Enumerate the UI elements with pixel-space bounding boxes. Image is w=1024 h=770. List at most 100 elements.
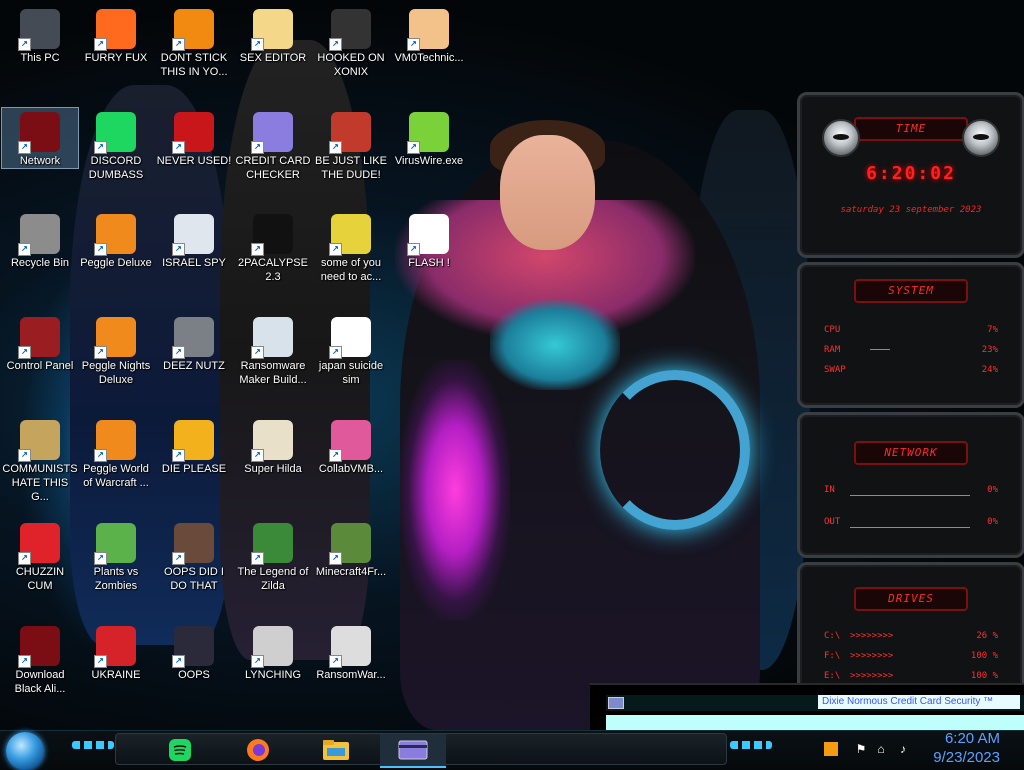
shortcut-arrow-icon: ↗: [94, 38, 107, 51]
desktop-icon[interactable]: ↗ HOOKED ON XONIX: [313, 5, 389, 79]
desktop-icon[interactable]: ↗ FURRY FUX: [78, 5, 154, 65]
spotify-icon: [169, 739, 191, 761]
grass-block-icon: ↗: [329, 523, 371, 565]
alienware-download-icon: ↗: [18, 626, 60, 668]
taskbar-firefox-button[interactable]: [238, 734, 278, 766]
flag-icon[interactable]: ⚑: [854, 742, 868, 756]
desktop-icon[interactable]: ↗ FLASH !: [391, 210, 467, 270]
desktop-icon[interactable]: ↗ DISCORD DUMBASS: [78, 108, 154, 182]
drive-c-value: 26 %: [976, 631, 998, 641]
tray-app-icon[interactable]: [824, 742, 838, 756]
taskbar-clock-date[interactable]: 9/23/2023: [933, 749, 1000, 766]
desktop-icon-label: ISRAEL SPY: [162, 257, 226, 269]
desktop-icon[interactable]: ↗ japan suicide sim: [313, 313, 389, 387]
skull-icon: ↗: [329, 626, 371, 668]
oops-icon: ↗: [172, 626, 214, 668]
desktop-icon[interactable]: ↗ Peggle World of Warcraft ...: [78, 416, 154, 490]
desktop-icon-label: VM0Technic...: [394, 52, 464, 64]
drive-f-value: 100 %: [970, 651, 998, 661]
xonix-icon: ↗: [329, 9, 371, 51]
spotify-icon: ↗: [94, 112, 136, 154]
credit-card-app-window[interactable]: Dixie Normous Credit Card Security ™: [590, 683, 1024, 732]
desktop-icon[interactable]: ↗ Control Panel: [2, 313, 78, 373]
desktop-icon[interactable]: ↗ DONT STICK THIS IN YO...: [156, 5, 232, 79]
shortcut-arrow-icon: ↗: [329, 449, 342, 462]
desktop-icon-label: DISCORD DUMBASS: [88, 155, 144, 181]
desktop-icon[interactable]: ↗ This PC: [2, 5, 78, 65]
shortcut-arrow-icon: ↗: [329, 552, 342, 565]
taskbar-decoration: [72, 741, 114, 749]
desktop-icon[interactable]: ↗ ISRAEL SPY: [156, 210, 232, 270]
ram-graph: [870, 349, 890, 350]
shortcut-arrow-icon: ↗: [94, 141, 107, 154]
desktop-icon[interactable]: ↗ Peggle Deluxe: [78, 210, 154, 270]
desktop-icon-label: japan suicide sim: [318, 360, 384, 386]
shortcut-arrow-icon: ↗: [172, 552, 185, 565]
desktop-icon[interactable]: ↗ Plants vs Zombies: [78, 519, 154, 593]
desktop-icon[interactable]: ↗ UKRAINE: [78, 622, 154, 682]
desktop-icon[interactable]: ↗ Recycle Bin: [2, 210, 78, 270]
desktop-icon[interactable]: ↗ OOPS DID I DO THAT: [156, 519, 232, 593]
desktop-icon[interactable]: ↗ VM0Technic...: [391, 5, 467, 65]
volume-icon[interactable]: ♪: [896, 742, 910, 756]
desktop-icon[interactable]: ↗ RansomWar...: [313, 622, 389, 682]
drive-c-bar: >>>>>>>>: [850, 631, 894, 641]
recycle-bin-icon: ↗: [18, 214, 60, 256]
dev-cpp-icon: ↗: [172, 112, 214, 154]
taskbar-file-explorer-button[interactable]: [316, 734, 356, 766]
shortcut-arrow-icon: ↗: [172, 346, 185, 359]
desktop-icon-label: FLASH !: [408, 257, 450, 269]
desktop-icon[interactable]: ↗ CHUZZIN CUM: [2, 519, 78, 593]
taskbar-spotify-button[interactable]: [160, 734, 200, 766]
desktop-icon[interactable]: ↗ Peggle Nights Deluxe: [78, 313, 154, 387]
start-orb-button[interactable]: [6, 732, 44, 770]
desktop-icon[interactable]: ↗ Ransomware Maker Build...: [235, 313, 311, 387]
shortcut-arrow-icon: ↗: [172, 449, 185, 462]
shortcut-arrow-icon: ↗: [407, 38, 420, 51]
desktop-icon-label: SEX EDITOR: [239, 52, 307, 64]
desktop-icon[interactable]: ↗ Minecraft4Fr...: [313, 519, 389, 579]
shortcut-arrow-icon: ↗: [172, 655, 185, 668]
desktop-icon-label: Peggle World of Warcraft ...: [83, 463, 149, 489]
desktop-icon[interactable]: ↗ BE JUST LIKE THE DUDE!: [313, 108, 389, 182]
desktop-icon[interactable]: ↗ Download Black Ali...: [2, 622, 78, 696]
radiation-icon: ↗: [94, 626, 136, 668]
desktop-icon[interactable]: ↗ COMMUNISTS HATE THIS G...: [2, 416, 78, 504]
desktop-icon[interactable]: ↗ NEVER USED!: [156, 108, 232, 168]
desktop-icon[interactable]: ↗ OOPS: [156, 622, 232, 682]
network-icon[interactable]: ⌂: [874, 742, 888, 756]
desktop-icon-label: some of you need to ac...: [320, 257, 382, 283]
desktop-icon[interactable]: ↗ CollabVMB...: [313, 416, 389, 476]
portrait-icon: ↗: [172, 523, 214, 565]
shortcut-arrow-icon: ↗: [407, 243, 420, 256]
desktop-icon-label: Network: [19, 155, 61, 167]
desktop-icon-label: DEEZ NUTZ: [163, 360, 225, 372]
desktop-icon[interactable]: ↗ SEX EDITOR: [235, 5, 311, 65]
taskbar-credit-card-checker-button[interactable]: [380, 734, 446, 768]
app-window-icon: [608, 697, 624, 709]
wallpaper-blue-swirl: [600, 370, 750, 530]
time-widget-title: TIME: [854, 117, 968, 141]
network-widget-title: NETWORK: [854, 441, 968, 465]
desktop-icon-label: Plants vs Zombies: [93, 566, 139, 592]
spy-folder-icon: ↗: [172, 214, 214, 256]
desktop-icon[interactable]: ↗ The Legend of Zilda: [235, 519, 311, 593]
taskbar-decoration: [730, 741, 772, 749]
monitor-icon: ↗: [329, 420, 371, 462]
desktop-icon[interactable]: ↗ some of you need to ac...: [313, 210, 389, 284]
desktop-icon[interactable]: ↗ LYNCHING: [235, 622, 311, 682]
desktop-icon[interactable]: ↗ DEEZ NUTZ: [156, 313, 232, 373]
net-in-label: IN: [824, 485, 835, 495]
peggle-icon: ↗: [94, 214, 136, 256]
desktop-icon[interactable]: ↗ Network: [1, 107, 79, 169]
taskbar-clock-time[interactable]: 6:20 AM: [945, 730, 1000, 747]
desktop-icon-label: Recycle Bin: [10, 257, 70, 269]
firefox-icon: [247, 739, 269, 761]
shortcut-arrow-icon: ↗: [94, 243, 107, 256]
desktop-icon[interactable]: ↗ DIE PLEASE: [156, 416, 232, 476]
desktop-icon[interactable]: ↗ Super Hilda: [235, 416, 311, 476]
system-tray: ⚑ ⌂ ♪ 6:20 AM 9/23/2023: [814, 730, 1024, 769]
desktop-icon[interactable]: ↗ VirusWire.exe: [391, 108, 467, 168]
desktop-icon[interactable]: ↗ CREDIT CARD CHECKER: [235, 108, 311, 182]
desktop-icon[interactable]: ↗ 2PACALYPSE 2.3: [235, 210, 311, 284]
